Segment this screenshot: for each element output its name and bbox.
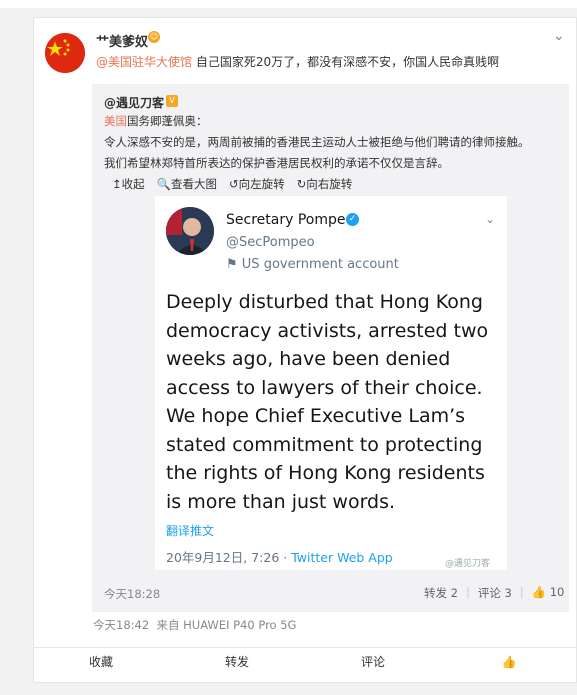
comment-button[interactable]: 评论: [305, 648, 441, 677]
tweet-body: Deeply disturbed that Hong Kong democrac…: [166, 291, 489, 513]
topic-link[interactable]: 美国: [104, 114, 127, 128]
thumbs-up-icon: 👍: [531, 585, 547, 599]
post-meta: 今天18:42 来自 HUAWEI P40 Pro 5G: [93, 617, 296, 633]
flag-icon: ⚑: [226, 257, 242, 272]
quoted-line-1-text: 国务卿蓬佩奥：: [127, 114, 208, 128]
gov-account-text: US government account: [241, 257, 399, 272]
tweet-author-name: Secretary Pompeo: [226, 212, 355, 228]
post-body: 自己国家死20万了，都没有深感不安，你国人民命真贱啊: [192, 55, 500, 69]
verified-check-icon: ✓: [346, 213, 359, 226]
mention-link[interactable]: @美国驻华大使馆: [96, 55, 192, 69]
post-time[interactable]: 今天18:42: [93, 618, 149, 632]
post-text: @美国驻华大使馆 自己国家死20万了，都没有深感不安，你国人民命真贱啊: [96, 53, 499, 70]
favorite-button[interactable]: 收藏: [33, 648, 169, 677]
rotate-left-button[interactable]: ↺向左旋转: [229, 176, 285, 192]
top-strip: [0, 0, 577, 8]
watermark: @遇见刀客: [445, 559, 491, 569]
quoted-like-count: 10: [549, 585, 565, 599]
china-flag-icon: [45, 33, 85, 73]
tweet-date: 20年9月12日, 7:26 ·: [166, 550, 292, 565]
post-username[interactable]: 艹美爹奴: [96, 31, 148, 50]
gov-account-label: ⚑ US government account: [226, 257, 399, 272]
level-badge-icon: ☺: [148, 31, 160, 43]
quoted-repost-button[interactable]: 转发 2: [424, 585, 458, 601]
quoted-line-1: 美国国务卿蓬佩奥：: [104, 113, 208, 129]
person-icon: [166, 207, 214, 255]
view-large-button[interactable]: 🔍查看大图: [157, 176, 217, 192]
quoted-comment-button[interactable]: 评论 3: [478, 585, 512, 601]
quoted-line-2: 令人深感不安的是，两周前被捕的香港民主运动人士被拒绝与他们聘请的律师接触。: [104, 135, 530, 149]
collapse-button[interactable]: ↥收起: [112, 176, 145, 192]
repost-button[interactable]: 转发: [169, 648, 305, 677]
post-footer: 收藏 转发 评论 👍: [33, 647, 577, 677]
quoted-like-button[interactable]: 👍 10: [532, 585, 565, 601]
tweet-handle: @SecPompeo: [226, 235, 315, 250]
avatar[interactable]: [45, 33, 85, 73]
tweet-chevron-icon: ⌄: [485, 212, 496, 226]
tweet-client: Twitter Web App: [291, 550, 393, 565]
image-actions: ↥收起 🔍查看大图 ↺向左旋转 ↻向右旋转: [112, 176, 352, 192]
translate-tweet-link: 翻译推文: [166, 524, 215, 538]
post-source: 来自 HUAWEI P40 Pro 5G: [156, 618, 297, 632]
like-button[interactable]: 👍: [441, 648, 577, 677]
quoted-username[interactable]: @遇见刀客: [104, 94, 164, 111]
chevron-down-icon[interactable]: ⌄: [553, 28, 565, 44]
tweet-avatar: [166, 207, 214, 255]
thumbs-up-icon: 👍: [501, 655, 517, 669]
quoted-stats: 转发 2 | 评论 3 | 👍 10: [424, 585, 565, 601]
verified-badge-icon: V: [166, 95, 178, 107]
quoted-time[interactable]: 今天18:28: [104, 586, 160, 602]
tweet-meta: 20年9月12日, 7:26 · Twitter Web App: [166, 547, 393, 566]
quoted-line-3: 我们希望林郑特首所表达的保护香港居民权利的承诺不仅仅是言辞。: [104, 156, 449, 170]
rotate-right-button[interactable]: ↻向右旋转: [297, 176, 353, 192]
